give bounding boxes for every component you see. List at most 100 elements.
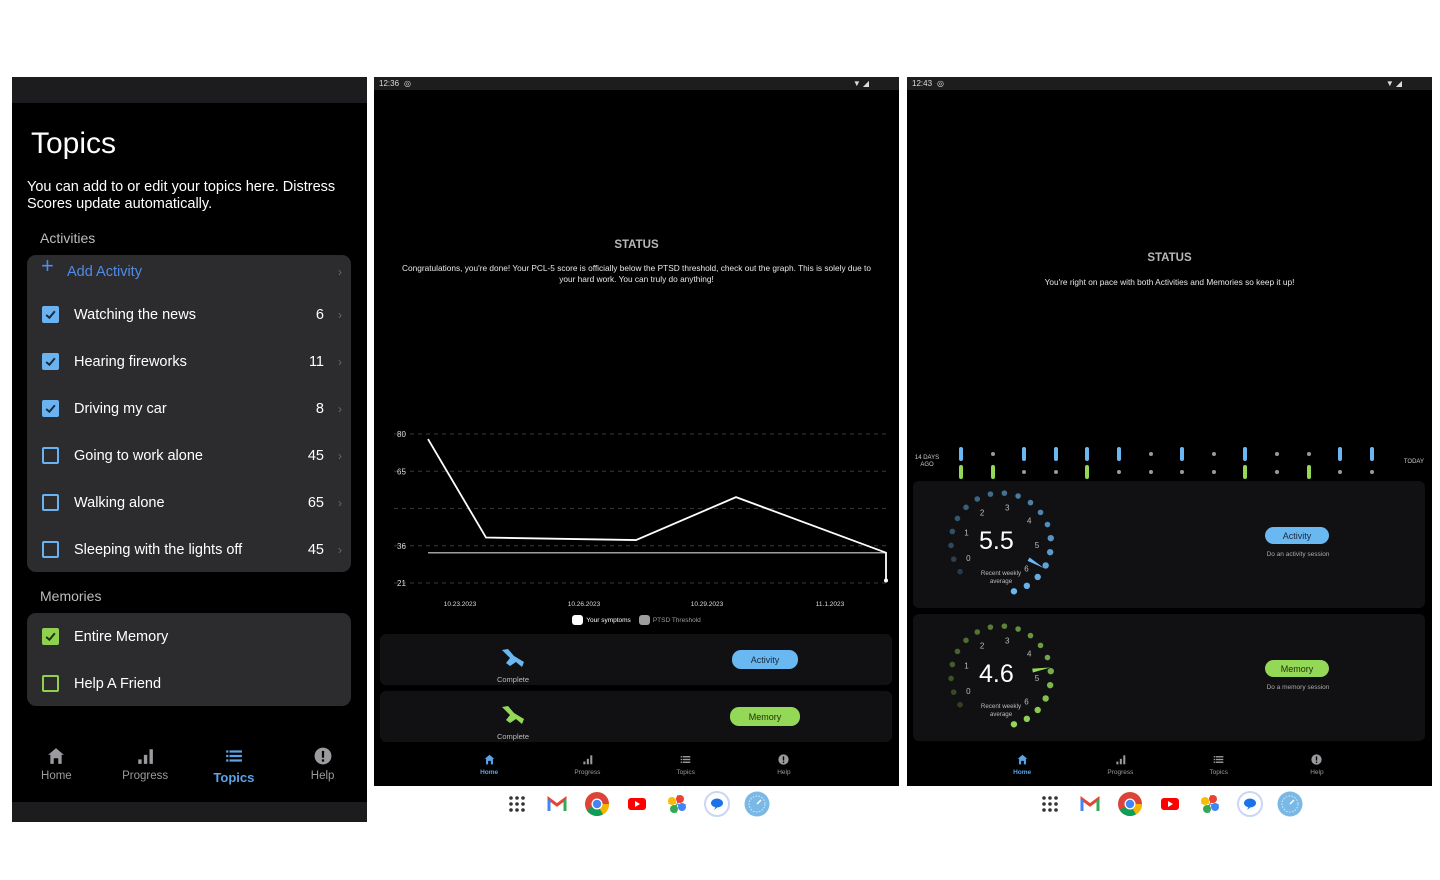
gauge-dot xyxy=(954,648,961,655)
chevron-right-icon: › xyxy=(338,542,342,557)
activity-done-marker xyxy=(1053,446,1059,461)
activity-item[interactable]: Sleeping with the lights off 45 › xyxy=(27,526,351,573)
activity-checkbox[interactable] xyxy=(42,306,59,323)
memory-missed-marker xyxy=(1274,464,1280,479)
list-icon xyxy=(1213,753,1224,765)
activity-item[interactable]: Walking alone 65 › xyxy=(27,479,351,526)
messages-icon[interactable] xyxy=(1236,791,1263,817)
activity-checkbox[interactable] xyxy=(42,541,59,558)
streak-day xyxy=(1179,446,1185,482)
nav-label: Home xyxy=(480,769,499,776)
activity-checkbox[interactable] xyxy=(42,353,59,370)
nav-tab-help[interactable]: Help xyxy=(278,747,367,797)
youtube-icon[interactable] xyxy=(1157,791,1183,817)
activity-done-marker xyxy=(1242,446,1248,461)
activity-item[interactable]: Watching the news 6 › xyxy=(27,291,351,338)
nav-tab-help[interactable]: Help xyxy=(735,753,833,785)
page-title: Topics xyxy=(31,127,117,160)
y-tick-label: 36 xyxy=(397,542,406,551)
memory-done-marker xyxy=(1306,464,1312,479)
memory-item[interactable]: Entire Memory xyxy=(27,613,351,660)
activity-item[interactable]: Hearing fireworks 11 › xyxy=(27,338,351,385)
messages-icon[interactable] xyxy=(703,791,730,817)
nav-tab-progress[interactable]: Progress xyxy=(538,753,636,785)
legend-item-symptoms[interactable]: Your symptoms xyxy=(572,615,631,625)
photos-icon[interactable] xyxy=(1197,791,1223,817)
memory-missed-marker xyxy=(1179,464,1185,479)
activity-label: Watching the news xyxy=(74,306,196,323)
gauge-dot xyxy=(1001,490,1008,496)
activity-checkbox[interactable] xyxy=(42,400,59,417)
y-tick-label: 21 xyxy=(397,579,406,588)
gmail-icon[interactable] xyxy=(544,791,570,817)
nav-tab-progress[interactable]: Progress xyxy=(1071,753,1169,785)
nav-tab-home[interactable]: Home xyxy=(440,753,538,785)
youtube-icon[interactable] xyxy=(624,791,650,817)
memory-item[interactable]: Help A Friend xyxy=(27,660,351,707)
legend-label-symptoms: Your symptoms xyxy=(586,616,631,624)
activity-label: Going to work alone xyxy=(74,447,203,464)
activity-done-marker xyxy=(1337,446,1343,461)
gauge-dot xyxy=(1037,642,1044,649)
activity-button[interactable]: Activity xyxy=(732,650,798,669)
gauge-dot xyxy=(1044,521,1051,528)
memory-button[interactable]: Memory xyxy=(730,707,800,726)
gmail-icon[interactable] xyxy=(1077,791,1103,817)
bar-chart-icon xyxy=(582,753,593,765)
nav-label: Progress xyxy=(122,770,169,782)
bird-icon xyxy=(502,649,524,667)
streak-day xyxy=(1021,446,1027,482)
activity-checkbox[interactable] xyxy=(42,447,59,464)
memories-heading: Memories xyxy=(40,588,102,604)
symptoms-point[interactable] xyxy=(884,578,888,583)
activity-missed-marker xyxy=(990,446,996,461)
app-drawer-icon[interactable] xyxy=(1037,791,1063,817)
activity-item[interactable]: Driving my car 8 › xyxy=(27,385,351,432)
wifi-icon: ▼ xyxy=(852,79,861,88)
chrome-icon[interactable] xyxy=(584,791,610,817)
add-activity-button[interactable]: + Add Activity › xyxy=(27,248,351,295)
bar-chart-icon xyxy=(136,747,154,765)
activity-button[interactable]: Activity xyxy=(1265,527,1329,544)
memory-checkbox[interactable] xyxy=(42,675,59,692)
nav-tab-topics[interactable]: Topics xyxy=(1170,753,1268,785)
activity-label: Sleeping with the lights off xyxy=(74,541,243,558)
nav-label: Progress xyxy=(574,769,601,776)
gauge-dot xyxy=(948,542,954,549)
memory-button[interactable]: Memory xyxy=(1265,660,1329,677)
memory-checkbox[interactable] xyxy=(42,628,59,645)
activity-checkbox[interactable] xyxy=(42,494,59,511)
gauge-tick-label: 0 xyxy=(966,687,971,696)
nav-tab-progress[interactable]: Progress xyxy=(101,747,190,797)
nav-tab-topics[interactable]: Topics xyxy=(190,747,279,797)
chrome-icon[interactable] xyxy=(1117,791,1143,817)
gauge-tick-label: 2 xyxy=(980,641,985,650)
distress-score: 6 xyxy=(315,306,324,323)
streak-start-label: 14 DAYS AGO xyxy=(914,455,940,468)
memory-missed-marker xyxy=(1021,464,1027,479)
gauge-dot xyxy=(1027,499,1034,506)
memory-missed-marker xyxy=(1211,464,1217,479)
nav-tab-help[interactable]: Help xyxy=(1268,753,1366,785)
activity-item[interactable]: Going to work alone 45 › xyxy=(27,432,351,479)
memory-done-marker xyxy=(1084,464,1090,479)
nav-tab-topics[interactable]: Topics xyxy=(637,753,735,785)
activity-average-value: 5.5 xyxy=(979,527,1014,555)
legend-item-threshold[interactable]: PTSD Threshold xyxy=(638,615,701,625)
gauge-dot xyxy=(1042,695,1049,702)
nav-tab-home[interactable]: Home xyxy=(973,753,1071,785)
activities-card: + Add Activity › Watching the news 6 › H… xyxy=(27,253,351,573)
activity-done-marker xyxy=(1369,446,1375,461)
activity-label: Hearing fireworks xyxy=(74,353,187,370)
speedometer-app-icon[interactable] xyxy=(1277,791,1303,817)
gauge-dot xyxy=(1044,654,1051,661)
nav-tab-home[interactable]: Home xyxy=(12,747,101,797)
gauge-dot xyxy=(948,675,954,682)
memory-label: Entire Memory xyxy=(74,628,169,645)
photos-icon[interactable] xyxy=(664,791,690,817)
app-drawer-icon[interactable] xyxy=(504,791,530,817)
speedometer-app-icon[interactable] xyxy=(744,791,770,817)
y-tick-label: 65 xyxy=(397,467,406,476)
gauge-dot xyxy=(963,504,969,511)
bottom-navigation: Home Progress Topics Help xyxy=(907,753,1432,785)
